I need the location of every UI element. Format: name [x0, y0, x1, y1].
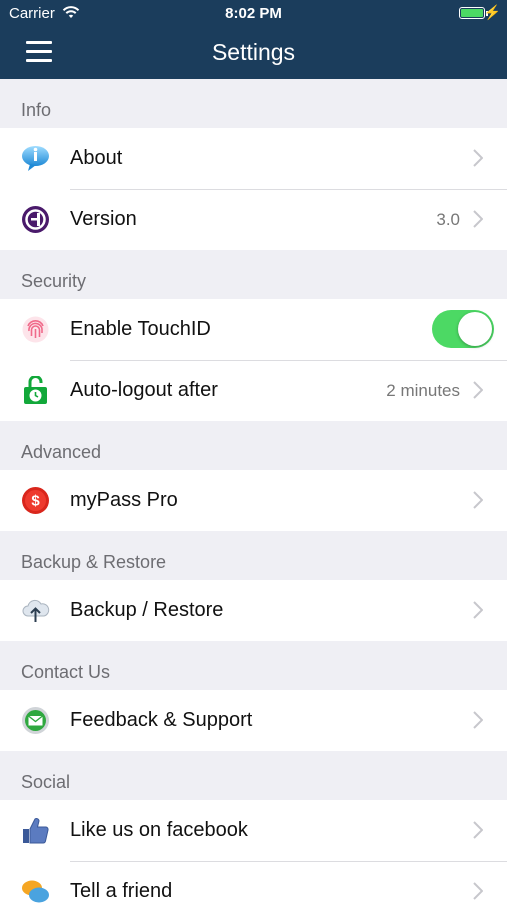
auto-logout-value: 2 minutes: [386, 381, 460, 400]
mypass-pro-row[interactable]: $ myPass Pro: [0, 470, 507, 531]
mypass-pro-label: myPass Pro: [70, 489, 178, 511]
touchid-label: Enable TouchID: [70, 318, 211, 340]
section-header-advanced: Advanced: [21, 442, 102, 462]
section-header-security: Security: [21, 271, 87, 291]
about-row[interactable]: About: [0, 128, 507, 189]
backup-restore-row[interactable]: Backup / Restore: [0, 580, 507, 641]
chat-bubbles-icon: [22, 880, 49, 903]
version-value: 3.0: [436, 210, 460, 229]
auto-logout-label: Auto-logout after: [70, 379, 218, 401]
chevron-right-icon: [473, 882, 483, 900]
dollar-coin-icon: $: [22, 487, 49, 514]
chevron-right-icon: [473, 149, 483, 167]
version-label: Version: [70, 208, 137, 230]
feedback-support-label: Feedback & Support: [70, 709, 253, 731]
section-header-backup: Backup & Restore: [21, 552, 167, 572]
unlocked-padlock-timer-icon: [24, 376, 47, 404]
about-label: About: [70, 147, 123, 169]
mail-icon: [22, 707, 49, 734]
status-bar: Carrier 8:02 PM ⚡: [0, 0, 507, 28]
charging-icon: ⚡: [483, 4, 501, 20]
feedback-support-row[interactable]: Feedback & Support: [0, 690, 507, 751]
facebook-row[interactable]: Like us on facebook: [0, 800, 507, 861]
battery-icon: [459, 7, 485, 19]
version-row[interactable]: Version 3.0: [0, 189, 507, 250]
chevron-right-icon: [473, 821, 483, 839]
auto-logout-row[interactable]: Auto-logout after 2 minutes: [0, 360, 507, 421]
chevron-right-icon: [473, 491, 483, 509]
info-bubble-icon: [22, 146, 49, 171]
touchid-toggle[interactable]: [432, 310, 494, 348]
clock: 8:02 PM: [225, 5, 282, 22]
section-header-info: Info: [21, 100, 52, 120]
section-header-contact: Contact Us: [21, 662, 111, 682]
page-title: Settings: [211, 39, 296, 65]
chevron-right-icon: [473, 381, 483, 399]
section-header-social: Social: [21, 772, 71, 792]
cloud-upload-icon: [22, 599, 50, 622]
backup-restore-label: Backup / Restore: [70, 599, 224, 621]
chevron-right-icon: [473, 601, 483, 619]
touchid-row: Enable TouchID: [0, 299, 507, 360]
chevron-right-icon: [473, 711, 483, 729]
settings-list: Info About Version 3.0 Security Enable T…: [0, 79, 507, 922]
chevron-right-icon: [473, 210, 483, 228]
app-logo-icon: [22, 206, 49, 233]
facebook-label: Like us on facebook: [70, 819, 248, 841]
navigation-bar: Settings: [0, 28, 507, 79]
fingerprint-icon: [22, 316, 49, 343]
thumbs-up-icon: [23, 818, 49, 844]
svg-text:$: $: [31, 493, 40, 510]
tell-a-friend-row[interactable]: Tell a friend: [0, 861, 507, 922]
